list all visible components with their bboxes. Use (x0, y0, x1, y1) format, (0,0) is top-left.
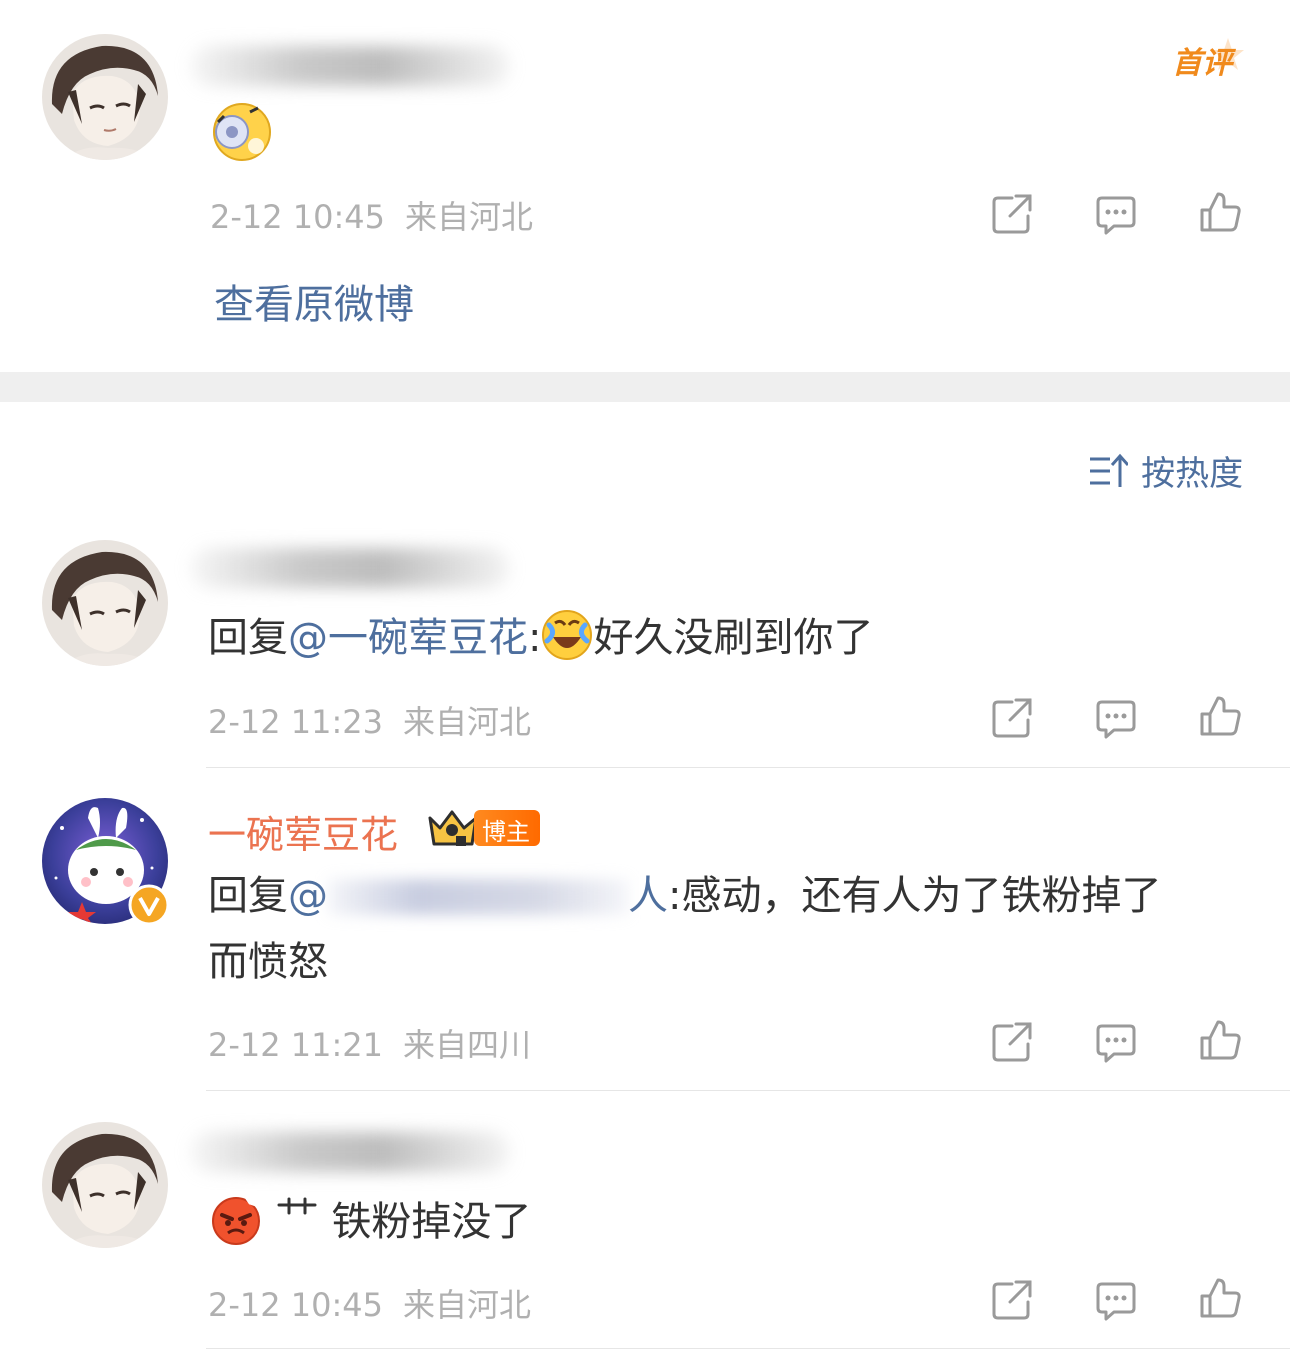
divider (206, 1348, 1290, 1349)
sort-button[interactable]: 按热度 (1088, 446, 1243, 494)
blogger-badge: 博主 (426, 804, 540, 850)
angry-emoji (210, 1193, 262, 1245)
share-icon[interactable] (990, 1278, 1034, 1322)
dizzy-emoji (210, 102, 274, 166)
blurred-username (190, 46, 510, 86)
comment-meta: 2-12 11:23 来自河北 (208, 697, 551, 743)
divider (206, 1090, 1290, 1091)
like-icon[interactable] (1198, 190, 1242, 234)
comment-meta: 2-12 11:21 来自四川 (208, 1020, 551, 1066)
mention-link[interactable]: @ 人 (288, 873, 668, 919)
comment-location: 来自四川 (403, 1026, 532, 1064)
sort-icon (1090, 453, 1130, 487)
comment-time: 2-12 11:23 (208, 703, 384, 741)
comment-meta: 2-12 10:45 来自河北 (208, 1280, 551, 1326)
laugh-cry-emoji (541, 609, 593, 661)
comment-icon[interactable] (1094, 696, 1138, 740)
share-icon[interactable] (990, 1020, 1034, 1064)
comment-location: 来自河北 (403, 1286, 532, 1324)
comment-body: 回复@ 人:感动，还有人为了铁粉掉了 (208, 873, 1162, 919)
share-icon[interactable] (990, 192, 1034, 236)
like-icon[interactable] (1198, 694, 1242, 738)
avatar[interactable] (42, 540, 168, 666)
blogger-username-row: 一碗荤豆花 (208, 804, 398, 859)
comment-icon[interactable] (1094, 1278, 1138, 1322)
comment-icon[interactable] (1094, 192, 1138, 236)
blurred-username (190, 548, 510, 588)
blurred-username (190, 1132, 510, 1172)
share-icon[interactable] (990, 696, 1034, 740)
blurred-mention (328, 879, 628, 915)
verified-icon (128, 884, 170, 926)
username[interactable]: 一碗荤豆花 (208, 813, 398, 857)
section-separator (0, 372, 1290, 402)
view-original-link[interactable]: 查看原微博 (214, 272, 414, 330)
comment-meta: 2-12 10:45 来自河北 (210, 192, 553, 238)
comment-time: 2-12 10:45 (210, 198, 386, 236)
comment-location: 来自河北 (405, 198, 534, 236)
avatar[interactable] (42, 34, 168, 160)
like-icon[interactable] (1198, 1018, 1242, 1062)
mention-link[interactable]: @一碗荤豆花 (288, 615, 528, 661)
comment-time: 2-12 11:21 (208, 1026, 384, 1064)
first-comment-badge: 首评 (1170, 36, 1250, 81)
comment-time: 2-12 10:45 (208, 1286, 384, 1324)
comment-location: 来自河北 (403, 703, 532, 741)
divider (206, 767, 1290, 768)
comment-icon[interactable] (1094, 1020, 1138, 1064)
hmph-icon (275, 1192, 319, 1232)
comment-body: 铁粉掉没了 (210, 1190, 531, 1254)
like-icon[interactable] (1198, 1276, 1242, 1320)
avatar[interactable] (42, 1122, 168, 1248)
comment-body: 回复@一碗荤豆花: 好久没刷到你了 (208, 606, 873, 670)
comment-body-line2: 而愤怒 (208, 939, 328, 985)
